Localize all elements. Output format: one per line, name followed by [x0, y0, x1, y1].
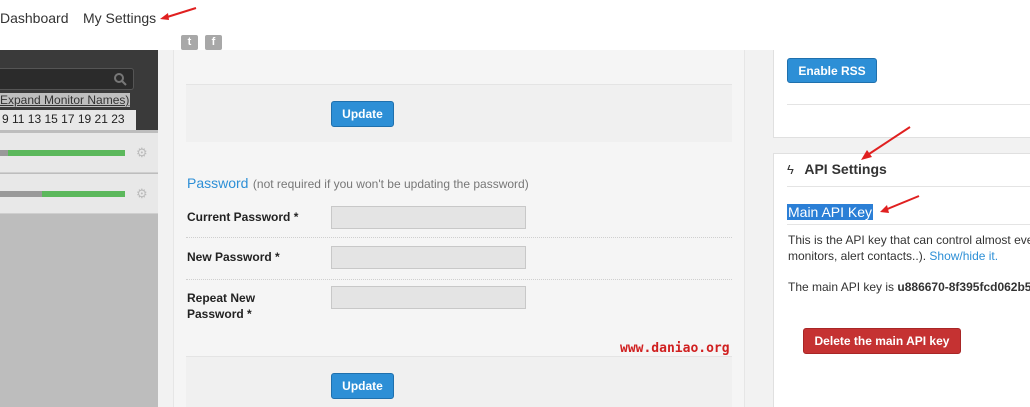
hour-scale: 9 11 13 15 17 19 21 23 — [0, 110, 136, 130]
nav-dashboard[interactable]: Dashboard — [0, 10, 69, 26]
password-note: (not required if you won't be updating t… — [252, 177, 529, 191]
search-icon — [114, 73, 127, 86]
new-password-label: New Password * — [187, 250, 280, 264]
divider — [186, 237, 732, 238]
divider — [186, 279, 732, 280]
divider — [787, 186, 1030, 187]
monitor-row[interactable]: ⚙ — [0, 174, 158, 214]
monitor-search-input[interactable] — [0, 68, 134, 90]
repeat-password-input[interactable] — [331, 286, 526, 309]
api-key-description-line1: This is the API key that can control alm… — [788, 233, 1030, 247]
divider — [787, 224, 1030, 225]
annotation-arrow-icon — [880, 195, 920, 213]
annotation-arrow-icon — [160, 7, 197, 20]
facebook-icon[interactable]: f — [205, 35, 222, 50]
update-section-top — [186, 84, 732, 142]
bolt-icon: ϟ — [787, 162, 794, 177]
monitor-row[interactable]: ⚙ — [0, 133, 158, 173]
enable-rss-button[interactable]: Enable RSS — [787, 58, 877, 83]
nav-my-settings[interactable]: My Settings — [83, 10, 156, 26]
password-section-heading: Password (not required if you won't be u… — [187, 175, 529, 193]
api-settings-header: ϟ API Settings — [787, 161, 887, 179]
current-password-input[interactable] — [331, 206, 526, 229]
watermark: www.daniao.org — [620, 341, 730, 356]
api-key-description-line2: monitors, alert contacts..). Show/hide i… — [788, 249, 999, 263]
uptime-bar — [8, 150, 125, 156]
show-hide-link[interactable]: Show/hide it. — [929, 249, 998, 263]
gear-icon[interactable]: ⚙ — [136, 186, 148, 202]
api-key-value: u886670-8f395fcd062b5 — [897, 280, 1030, 294]
update-button-top[interactable]: Update — [331, 101, 394, 127]
update-button-bottom[interactable]: Update — [331, 373, 394, 399]
expand-monitor-names-link[interactable]: Expand Monitor Names) — [0, 93, 130, 107]
current-password-label: Current Password * — [187, 210, 299, 224]
new-password-input[interactable] — [331, 246, 526, 269]
api-key-line: The main API key is u886670-8f395fcd062b… — [788, 280, 1030, 294]
annotation-arrow-icon — [861, 126, 911, 160]
twitter-icon[interactable]: t — [181, 35, 198, 50]
delete-api-key-button[interactable]: Delete the main API key — [803, 328, 961, 354]
update-section-bottom — [186, 356, 732, 407]
uptime-bar — [42, 191, 125, 197]
gear-icon[interactable]: ⚙ — [136, 145, 148, 161]
repeat-password-label: Repeat New Password * — [187, 291, 256, 321]
password-heading: Password — [187, 175, 249, 191]
divider — [787, 104, 1030, 105]
main-api-key-heading: Main API Key — [787, 204, 874, 220]
api-settings-heading: API Settings — [804, 161, 887, 177]
